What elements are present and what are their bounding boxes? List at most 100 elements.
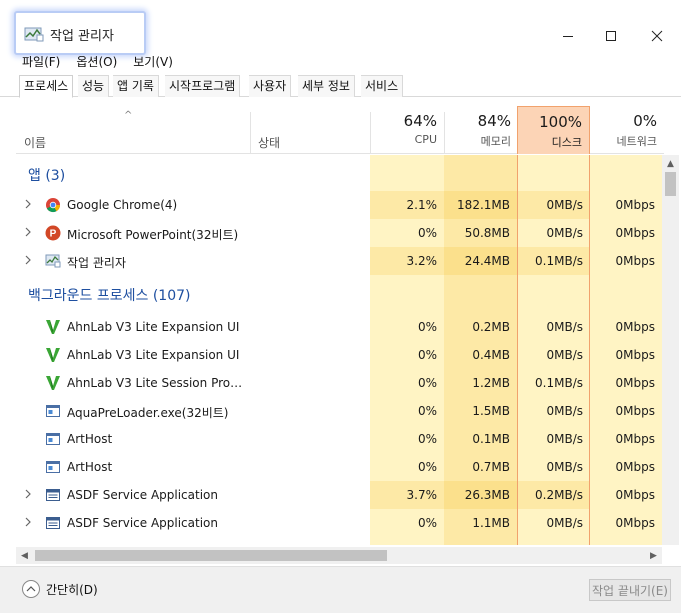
column-divider[interactable] [370, 112, 371, 154]
cpu-label: CPU [414, 133, 437, 146]
scroll-left-icon[interactable]: ◀ [16, 547, 33, 564]
menu-file[interactable]: 파일(F) [0, 52, 68, 72]
menu-options[interactable]: 옵션(O) [68, 52, 125, 72]
disk-percent: 100% [539, 113, 582, 131]
close-icon[interactable] [645, 24, 669, 48]
cell-memory: 1.1MB [472, 516, 510, 530]
chevron-right-icon[interactable] [24, 227, 34, 239]
process-name: 작업 관리자 [67, 256, 127, 270]
tab-details[interactable]: 세부 정보 [298, 75, 355, 97]
tab-processes[interactable]: 프로세스 [19, 75, 74, 98]
cell-disk: 0MB/s [546, 516, 583, 530]
app-window-icon [45, 459, 61, 475]
task-manager-icon [45, 253, 61, 269]
cell-disk: 0.1MB/s [535, 254, 583, 268]
horizontal-scrollbar[interactable]: ◀ ▶ [16, 547, 662, 564]
end-task-button[interactable]: 작업 끝내기(E) [589, 579, 671, 601]
cell-disk: 0MB/s [546, 348, 583, 362]
cell-disk: 0MB/s [546, 226, 583, 240]
maximize-icon[interactable] [599, 24, 623, 48]
column-status[interactable]: 상태 [258, 134, 280, 151]
table-row[interactable]: ASDF Service Application 3.7% 26.3MB 0.2MB/… [16, 481, 662, 509]
vertical-scrollbar[interactable]: ▲ [662, 155, 679, 545]
ahnlab-v3-icon [45, 319, 61, 335]
memory-percent: 84% [477, 112, 511, 130]
tab-performance[interactable]: 성능 [78, 75, 110, 97]
cell-cpu: 0% [417, 376, 437, 390]
window-title: 작업 관리자 [50, 29, 114, 44]
table-row[interactable]: AquaPreLoader.exe(32비트) 0% 1.5MB 0MB/s 0Mbps [16, 397, 662, 425]
cell-network: 0Mbps [615, 460, 655, 474]
column-name[interactable]: 이름 [24, 134, 46, 151]
cell-network: 0Mbps [615, 320, 655, 334]
process-name: ASDF Service Application [67, 488, 218, 502]
column-memory[interactable]: 84% 메모리 [444, 106, 518, 154]
table-row[interactable]: P Microsoft PowerPoint(32비트) 0% 50.8MB 0MB/s… [16, 219, 662, 247]
chevron-right-icon[interactable] [24, 199, 34, 211]
memory-label: 메모리 [480, 135, 511, 148]
cell-cpu: 0% [417, 432, 437, 446]
column-divider[interactable] [250, 112, 251, 154]
chevron-right-icon[interactable] [24, 255, 34, 267]
chevron-right-icon[interactable] [24, 517, 34, 529]
scroll-right-icon[interactable]: ▶ [645, 547, 662, 564]
network-label: 네트워크 [616, 135, 657, 148]
sort-indicator-icon: ^ [124, 110, 133, 121]
group-background[interactable]: 백그라운드 프로세스 (107) [16, 275, 662, 311]
scroll-thumb[interactable] [35, 550, 387, 561]
cell-cpu: 0% [417, 320, 437, 334]
cell-cpu: 2.1% [406, 198, 438, 212]
cell-cpu: 3.7% [406, 488, 438, 502]
process-name: ArtHost [67, 432, 113, 446]
ahnlab-v3-icon [45, 347, 61, 363]
table-row[interactable]: 작업 관리자 3.2% 24.4MB 0.1MB/s 0Mbps [16, 247, 662, 275]
cell-cpu: 0% [417, 348, 437, 362]
table-row[interactable]: ArtHost 0% 0.7MB 0MB/s 0Mbps [16, 453, 662, 481]
table-row[interactable]: ASDF Service Application 0% 1.1MB 0MB/s 0Mbp… [16, 509, 662, 537]
chevron-up-icon [22, 580, 40, 598]
collapse-button[interactable]: 간단히(D) [22, 580, 98, 598]
group-title: 앱 (3) [28, 168, 66, 184]
column-header: ^ 이름 상태 64% CPU 84% 메모리 100% 디스크 0% 네트워크 [16, 106, 664, 154]
table-row[interactable]: AhnLab V3 Lite Expansion UI 0% 0.4MB 0MB/s 0… [16, 341, 662, 369]
tab-users[interactable]: 사용자 [249, 75, 292, 97]
process-name: ArtHost [67, 460, 113, 474]
table-row[interactable]: Google Chrome(4) 2.1% 182.1MB 0MB/s 0Mbps [16, 191, 662, 219]
table-row[interactable]: AhnLab V3 Lite Expansion UI 0% 0.2MB 0MB/s 0… [16, 313, 662, 341]
menu-view[interactable]: 보기(V) [125, 52, 181, 72]
cell-network: 0Mbps [615, 348, 655, 362]
cell-disk: 0MB/s [546, 460, 583, 474]
column-divider[interactable] [444, 112, 445, 154]
app-window-icon [45, 431, 61, 447]
group-apps[interactable]: 앱 (3) [16, 155, 662, 191]
cell-disk: 0MB/s [546, 320, 583, 334]
table-row[interactable]: AhnLab V3 Lite Session Proces... 0% 1.2MB 0… [16, 369, 662, 397]
cell-network: 0Mbps [615, 404, 655, 418]
chrome-icon [45, 197, 61, 213]
column-disk[interactable]: 100% 디스크 [517, 106, 590, 154]
process-table: 앱 (3) Google Chrome(4) 2.1% 182.1MB 0MB/s 0M… [16, 155, 662, 545]
cell-memory: 0.1MB [472, 432, 510, 446]
minimize-icon[interactable] [556, 24, 580, 48]
cell-disk: 0.1MB/s [535, 376, 583, 390]
cell-network: 0Mbps [615, 198, 655, 212]
tab-app-history[interactable]: 앱 기록 [113, 75, 159, 97]
cell-network: 0Mbps [615, 254, 655, 268]
column-cpu[interactable]: 64% CPU [370, 106, 444, 154]
scroll-up-icon[interactable]: ▲ [662, 155, 679, 172]
cell-cpu: 0% [417, 226, 437, 240]
collapse-label: 간단히(D) [46, 582, 98, 597]
column-network[interactable]: 0% 네트워크 [590, 106, 664, 154]
process-name: AhnLab V3 Lite Expansion UI [67, 320, 240, 334]
table-row[interactable]: ArtHost 0% 0.1MB 0MB/s 0Mbps [16, 425, 662, 453]
tab-startup[interactable]: 시작프로그램 [165, 75, 241, 97]
cell-memory: 182.1MB [457, 198, 510, 212]
group-title: 백그라운드 프로세스 (107) [28, 288, 191, 304]
chevron-right-icon[interactable] [24, 489, 34, 501]
cell-memory: 0.2MB [472, 320, 510, 334]
tab-services[interactable]: 서비스 [361, 75, 404, 97]
disk-label: 디스크 [551, 136, 582, 149]
cell-memory: 0.4MB [472, 348, 510, 362]
scroll-thumb[interactable] [665, 172, 676, 196]
process-name: Google Chrome(4) [67, 198, 178, 212]
